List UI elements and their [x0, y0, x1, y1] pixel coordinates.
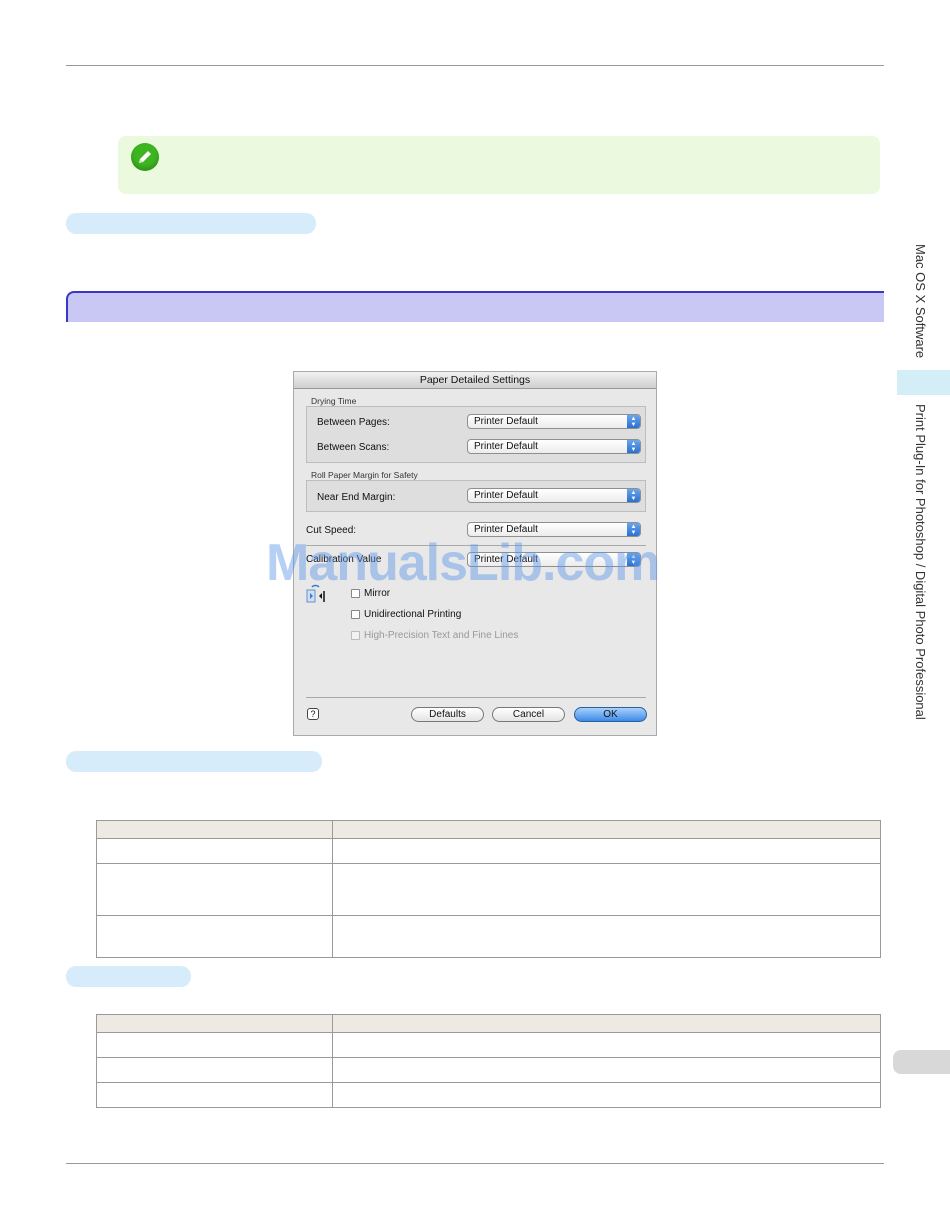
- subsection-heading-bar: [66, 966, 191, 987]
- chapter-tab: [893, 1050, 950, 1074]
- table-row: [96, 838, 881, 864]
- table-cell: [332, 863, 881, 916]
- table-header-row: [96, 820, 881, 839]
- sidebar-top-label: Mac OS X Software: [913, 244, 928, 359]
- divider: [306, 697, 646, 698]
- section-header-bar: [66, 291, 884, 322]
- drying-time-group-label: Drying Time: [311, 396, 357, 406]
- popup-arrows-icon: ▲ ▼: [627, 415, 640, 428]
- between-pages-popup[interactable]: Printer Default ▲ ▼: [467, 414, 641, 429]
- settings-table: [96, 1014, 881, 1108]
- between-pages-label: Between Pages:: [317, 417, 390, 428]
- between-pages-value: Printer Default: [474, 416, 538, 427]
- popup-arrows-icon: ▲ ▼: [627, 440, 640, 453]
- pencil-note-icon: [131, 143, 159, 171]
- near-end-margin-popup[interactable]: Printer Default ▲ ▼: [467, 488, 641, 503]
- near-end-margin-value: Printer Default: [474, 490, 538, 501]
- sidebar-main-label: Print Plug-In for Photoshop / Digital Ph…: [913, 404, 928, 720]
- dialog-title: Paper Detailed Settings: [294, 372, 656, 389]
- table-header-cell: [332, 820, 881, 839]
- help-icon[interactable]: ?: [307, 708, 319, 720]
- ok-button[interactable]: OK: [574, 707, 647, 722]
- table-header-cell: [96, 1014, 333, 1033]
- table-cell: [332, 915, 881, 958]
- cancel-button[interactable]: Cancel: [492, 707, 565, 722]
- top-rule: [66, 65, 884, 66]
- table-header-row: [96, 1014, 881, 1033]
- table-cell: [332, 838, 881, 864]
- unidirectional-printing-checkbox[interactable]: [351, 610, 360, 619]
- high-precision-label: High-Precision Text and Fine Lines: [364, 630, 519, 641]
- between-scans-label: Between Scans:: [317, 442, 390, 453]
- table-cell: [96, 915, 333, 958]
- table-header-cell: [332, 1014, 881, 1033]
- table-row: [96, 1082, 881, 1108]
- near-end-margin-label: Near End Margin:: [317, 492, 396, 503]
- watermark: ManualsLib.com: [266, 534, 660, 592]
- subsection-heading-bar: [66, 213, 316, 234]
- table-cell: [332, 1082, 881, 1108]
- table-cell: [332, 1032, 881, 1058]
- table-cell: [96, 1082, 333, 1108]
- table-row: [96, 915, 881, 958]
- table-row: [96, 863, 881, 916]
- table-cell: [96, 1032, 333, 1058]
- settings-table: [96, 820, 881, 958]
- bottom-rule: [66, 1163, 884, 1164]
- table-header-cell: [96, 820, 333, 839]
- table-cell: [96, 863, 333, 916]
- between-scans-value: Printer Default: [474, 441, 538, 452]
- table-row: [96, 1057, 881, 1083]
- table-cell: [96, 1057, 333, 1083]
- subsection-heading-bar: [66, 751, 322, 772]
- sidebar-tab-marker: [897, 370, 950, 395]
- roll-paper-margin-group-label: Roll Paper Margin for Safety: [311, 470, 418, 480]
- table-cell: [96, 838, 333, 864]
- note-box: [118, 136, 880, 194]
- unidirectional-printing-label: Unidirectional Printing: [364, 609, 462, 620]
- table-row: [96, 1032, 881, 1058]
- high-precision-checkbox[interactable]: [351, 631, 360, 640]
- popup-arrows-icon: ▲ ▼: [627, 489, 640, 502]
- table-cell: [332, 1057, 881, 1083]
- defaults-button[interactable]: Defaults: [411, 707, 484, 722]
- between-scans-popup[interactable]: Printer Default ▲ ▼: [467, 439, 641, 454]
